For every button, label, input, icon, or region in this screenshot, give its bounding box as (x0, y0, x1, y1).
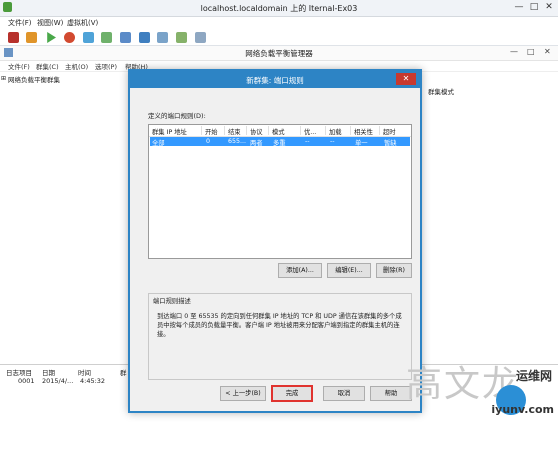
send-key-icon[interactable] (176, 32, 187, 43)
nlb-menu-file[interactable]: 文件(F) (8, 61, 30, 71)
fullscreen-icon[interactable] (157, 32, 168, 43)
nlb-title-bar: 网络负载平衡管理器 — □ ✕ (0, 46, 558, 61)
dialog-body: 定义的端口规则(D): 群集 IP 地址 开始 结束 协议 模式 优... 加载… (130, 88, 420, 411)
rule-cluster-ip: 全部 (152, 140, 165, 147)
menu-view[interactable]: 视图(W) (37, 18, 63, 28)
port-rules-list[interactable]: 群集 IP 地址 开始 结束 协议 模式 优... 加载 相关性 超时 全部 0… (148, 124, 412, 259)
defined-rules-label: 定义的端口规则(D): (148, 112, 206, 120)
col-protocol[interactable]: 协议 (250, 127, 263, 136)
edit-rule-button[interactable]: 编辑(E)... (327, 263, 371, 278)
revert-icon[interactable] (101, 32, 112, 43)
rule-description-text: 到达端口 0 至 65535 的定向到任何群集 IP 地址的 TCP 和 UDP… (157, 313, 402, 338)
col-cluster-ip[interactable]: 群集 IP 地址 (152, 127, 187, 136)
rule-description-group: 端口规则描述 到达端口 0 至 65535 的定向到任何群集 IP 地址的 TC… (148, 293, 412, 380)
add-rule-button[interactable]: 添加(A)... (278, 263, 322, 278)
play-icon[interactable] (47, 32, 56, 43)
nlb-window-title: 网络负载平衡管理器 (245, 49, 313, 58)
rule-load: -- (330, 138, 335, 145)
watermark-url: iyunv.com (491, 403, 554, 416)
port-rules-dialog: 新群集: 端口规则 ✕ 定义的端口规则(D): 群集 IP 地址 开始 结束 协… (128, 69, 422, 413)
col-end[interactable]: 结束 (228, 127, 241, 136)
nlb-menu-host[interactable]: 主机(O) (65, 61, 88, 71)
remove-rule-button[interactable]: 删除(R) (376, 263, 412, 278)
rule-description-title: 端口规则描述 (153, 298, 191, 305)
nlb-menu-options[interactable]: 选项(P) (95, 61, 117, 71)
manage-icon[interactable] (120, 32, 131, 43)
rule-end: 655... (228, 138, 247, 145)
col-load[interactable]: 加载 (329, 127, 342, 136)
dialog-close-button[interactable]: ✕ (396, 73, 416, 85)
vm-title-bar: localhost.localdomain 上的 Iternal-Ex03 — … (0, 0, 558, 17)
vm-menu-bar: 文件(F) 视图(W) 虚拟机(V) (0, 17, 558, 29)
cancel-button[interactable]: 取消 (323, 386, 365, 401)
log-row-entry[interactable]: 0001 (18, 377, 35, 385)
log-row-time[interactable]: 4:45:32 (80, 377, 105, 385)
pause-icon[interactable] (26, 32, 37, 43)
dialog-title: 新群集: 端口规则 (246, 76, 304, 85)
nlb-menu-cluster[interactable]: 群集(C) (36, 61, 59, 71)
log-row-date[interactable]: 2015/4/... (42, 377, 73, 385)
nlb-maximize-button[interactable]: □ (527, 47, 535, 56)
tree-item-nlb-clusters[interactable]: 网络负载平衡群集 (8, 74, 60, 84)
rule-protocol: 两者 (250, 140, 263, 147)
menu-file[interactable]: 文件(F) (8, 18, 32, 28)
close-button[interactable]: ✕ (542, 1, 556, 13)
col-start[interactable]: 开始 (205, 127, 218, 136)
col-affinity[interactable]: 相关性 (354, 127, 373, 136)
vm-toolbar (0, 30, 558, 46)
col-timeout[interactable]: 超时 (383, 127, 396, 136)
watermark: 高文龙 运维网 iyunv.com (406, 355, 556, 425)
rules-list-header: 群集 IP 地址 开始 结束 协议 模式 优... 加载 相关性 超时 (149, 125, 411, 137)
cluster-tree: ⊞ 网络负载平衡群集 (0, 72, 125, 342)
finish-button[interactable]: 完成 (271, 385, 313, 402)
tree-expand-icon[interactable]: ⊞ (1, 75, 6, 82)
nlb-close-button[interactable]: ✕ (544, 47, 551, 56)
log-header-cluster: 群 (120, 369, 127, 377)
console-icon[interactable] (139, 32, 150, 43)
back-button[interactable]: < 上一步(B) (220, 386, 266, 401)
settings-icon[interactable] (195, 32, 206, 43)
col-mode[interactable]: 模式 (272, 127, 285, 136)
rule-timeout: 暂缺 (384, 140, 397, 147)
watermark-site-name: 运维网 (515, 369, 552, 383)
minimize-button[interactable]: — (512, 1, 526, 13)
log-header-date: 日期 (42, 369, 55, 377)
nlb-minimize-button[interactable]: — (510, 47, 518, 56)
menu-vm[interactable]: 虚拟机(V) (67, 18, 98, 28)
reset-icon[interactable] (64, 32, 75, 43)
rule-start: 0 (206, 138, 211, 145)
snapshot-icon[interactable] (83, 32, 94, 43)
log-header-time: 时间 (78, 369, 91, 377)
stop-icon[interactable] (8, 32, 19, 43)
maximize-button[interactable]: □ (527, 1, 541, 13)
rule-priority: -- (305, 138, 310, 145)
col-priority[interactable]: 优... (304, 127, 316, 136)
dialog-title-bar: 新群集: 端口规则 ✕ (130, 71, 420, 88)
rule-mode: 多重 (273, 140, 286, 147)
vm-window-title: localhost.localdomain 上的 Iternal-Ex03 (200, 4, 358, 13)
rule-affinity: 单一 (355, 140, 368, 147)
cluster-mode-header: 群集模式 (428, 88, 454, 96)
log-header-entry: 日志项目 (6, 369, 32, 377)
port-rule-row[interactable]: 全部 0 655... 两者 多重 -- -- 单一 暂缺 (150, 137, 410, 147)
